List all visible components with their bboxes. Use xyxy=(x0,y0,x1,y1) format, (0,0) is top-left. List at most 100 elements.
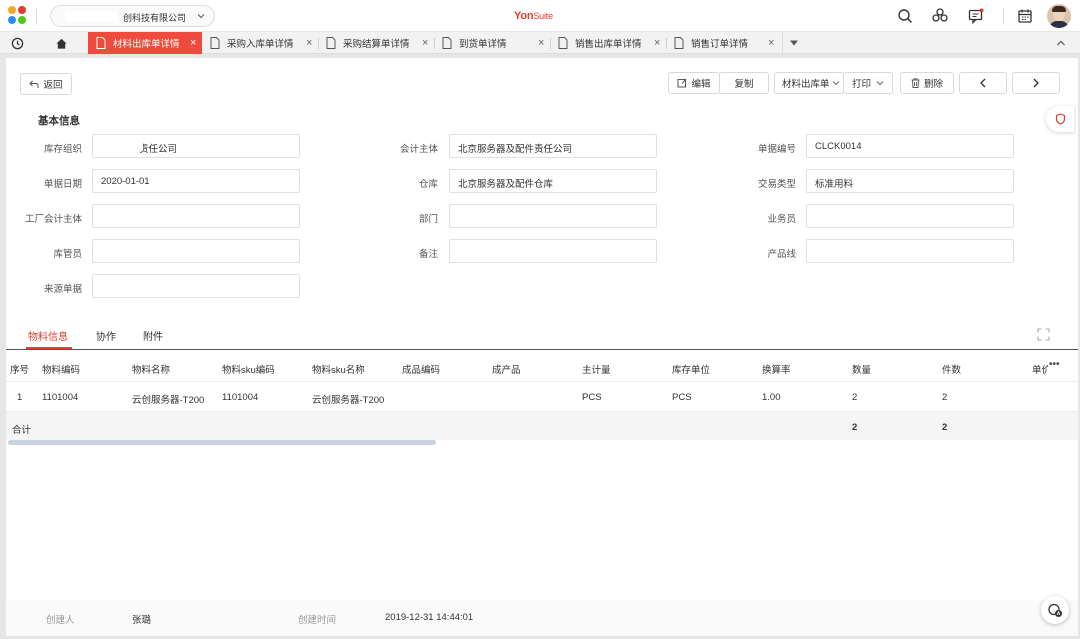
more-icon[interactable]: ••• xyxy=(1049,359,1060,370)
calendar-icon[interactable] xyxy=(1016,7,1034,25)
column-header[interactable]: 换算率 xyxy=(762,362,791,376)
salesman-field[interactable] xyxy=(806,204,1014,228)
cell: 1 xyxy=(17,392,23,403)
next-record-button[interactable] xyxy=(1012,72,1060,94)
chevron-up-icon[interactable] xyxy=(1050,32,1072,54)
message-icon[interactable] xyxy=(967,7,985,25)
cell: PCS xyxy=(582,392,602,403)
factory-entity-field[interactable] xyxy=(92,204,300,228)
tab-sales-order[interactable]: 销售订单详情 × xyxy=(668,32,780,54)
close-icon[interactable]: × xyxy=(422,37,428,49)
cell: PCS xyxy=(672,392,692,403)
subtab-attachments[interactable]: 附件 xyxy=(143,328,163,343)
column-header[interactable]: 成品编码 xyxy=(402,362,440,376)
cell: 云创服务器-T200 xyxy=(312,395,385,406)
cell: 云创服务器-T200 xyxy=(132,395,205,406)
chevron-right-icon xyxy=(1033,78,1039,88)
org-select[interactable]: 创科技有限公司 xyxy=(50,5,215,27)
assistant-button[interactable] xyxy=(1041,596,1069,624)
delete-button[interactable]: 删除 xyxy=(900,72,954,94)
field-label: 单据编号 xyxy=(757,144,796,155)
warehouse-field[interactable]: 北京服务器及配件仓库 xyxy=(449,169,657,193)
field-label: 工厂会计主体 xyxy=(24,214,82,225)
column-header[interactable]: 物料sku编码 xyxy=(222,362,275,376)
column-header[interactable]: 物料名称 xyxy=(132,362,170,376)
trans-type-field[interactable]: 标准用料 xyxy=(806,169,1014,193)
home-icon[interactable] xyxy=(50,32,72,54)
subtab-collaboration[interactable]: 协作 xyxy=(96,328,116,343)
tab-purchase-settle[interactable]: 采购结算单详情 × xyxy=(320,32,432,54)
tab-arrival[interactable]: 到货单详情 × xyxy=(436,32,548,54)
field-label: 会计主体 xyxy=(399,144,438,155)
redacted-area xyxy=(65,11,117,22)
close-icon[interactable]: × xyxy=(306,37,312,49)
table-top-border xyxy=(6,349,1078,350)
delete-label: 删除 xyxy=(923,79,943,90)
dept-field[interactable] xyxy=(449,204,657,228)
field-label: 备注 xyxy=(418,249,438,260)
column-header[interactable]: 序号 xyxy=(10,362,29,376)
document-icon xyxy=(674,37,684,49)
back-button[interactable]: 返回 xyxy=(20,73,72,95)
shield-icon xyxy=(1055,113,1066,125)
cell: 1101004 xyxy=(222,392,259,403)
tab-material-out[interactable]: 材料出库单详情 × xyxy=(88,32,202,54)
detail-card: 返回 编辑 复制 材料出库单 打印 删除 基本信息 库存组织 责任公司 会计主体… xyxy=(6,58,1078,636)
expand-icon[interactable] xyxy=(1037,328,1050,341)
material-out-dropdown[interactable]: 材料出库单 xyxy=(774,72,844,94)
row-divider xyxy=(6,381,1078,382)
remark-field[interactable] xyxy=(449,239,657,263)
org-name: 创科技有限公司 xyxy=(123,13,187,23)
side-panel-button[interactable] xyxy=(1046,106,1074,132)
product-line-field[interactable] xyxy=(806,239,1014,263)
tab-purchase-in[interactable]: 采购入库单详情 × xyxy=(204,32,316,54)
keeper-field[interactable] xyxy=(92,239,300,263)
column-header[interactable]: 主计量 xyxy=(582,362,611,376)
tab-overflow-icon[interactable] xyxy=(782,32,804,54)
horizontal-scrollbar[interactable] xyxy=(8,440,436,445)
column-header[interactable]: 库存单位 xyxy=(672,362,710,376)
close-icon[interactable]: × xyxy=(538,37,544,49)
search-icon[interactable] xyxy=(896,7,914,25)
print-dropdown[interactable]: 打印 xyxy=(843,72,893,94)
document-icon xyxy=(558,37,568,49)
edit-button[interactable]: 编辑 xyxy=(668,72,720,94)
column-header[interactable]: 单价 xyxy=(1032,362,1048,376)
history-icon[interactable] xyxy=(6,32,28,54)
section-title: 基本信息 xyxy=(38,115,80,127)
doc-date-field[interactable]: 2020-01-01 xyxy=(92,169,300,193)
subtab-material-info[interactable]: 物料信息 xyxy=(28,328,68,343)
prev-record-button[interactable] xyxy=(959,72,1007,94)
divider xyxy=(550,38,551,49)
close-icon[interactable]: × xyxy=(768,37,774,49)
divider xyxy=(434,38,435,49)
doc-no-field[interactable]: CLCK0014 xyxy=(806,134,1014,158)
close-icon[interactable]: × xyxy=(654,37,660,49)
document-icon xyxy=(442,37,452,49)
app-logo-icon[interactable] xyxy=(8,6,28,26)
column-header[interactable]: 数量 xyxy=(852,362,871,376)
copy-label: 复制 xyxy=(734,79,754,90)
avatar[interactable] xyxy=(1047,4,1071,28)
accounting-entity-field[interactable]: 北京服务器及配件责任公司 xyxy=(449,134,657,158)
tab-label: 到货单详情 xyxy=(459,39,507,50)
tab-label: 销售出库单详情 xyxy=(575,39,642,50)
divider xyxy=(666,38,667,49)
field-label: 部门 xyxy=(418,214,438,225)
print-label: 打印 xyxy=(851,79,871,90)
field-label: 来源单据 xyxy=(43,284,82,295)
tab-sales-out[interactable]: 销售出库单详情 × xyxy=(552,32,664,54)
footer xyxy=(6,600,1078,636)
column-header[interactable]: 件数 xyxy=(942,362,961,376)
source-doc-field[interactable] xyxy=(92,274,300,298)
close-icon[interactable]: × xyxy=(190,37,196,49)
chevron-down-icon xyxy=(197,14,205,19)
created-time-label: 创建时间 xyxy=(298,615,337,626)
copy-button[interactable]: 复制 xyxy=(719,72,769,94)
column-header[interactable]: 物料编码 xyxy=(42,362,80,376)
column-header[interactable]: 物料sku名称 xyxy=(312,362,365,376)
apps-icon[interactable] xyxy=(931,7,949,25)
document-icon xyxy=(96,37,106,49)
tab-label: 采购结算单详情 xyxy=(343,39,410,50)
column-header[interactable]: 成产品 xyxy=(492,362,521,376)
